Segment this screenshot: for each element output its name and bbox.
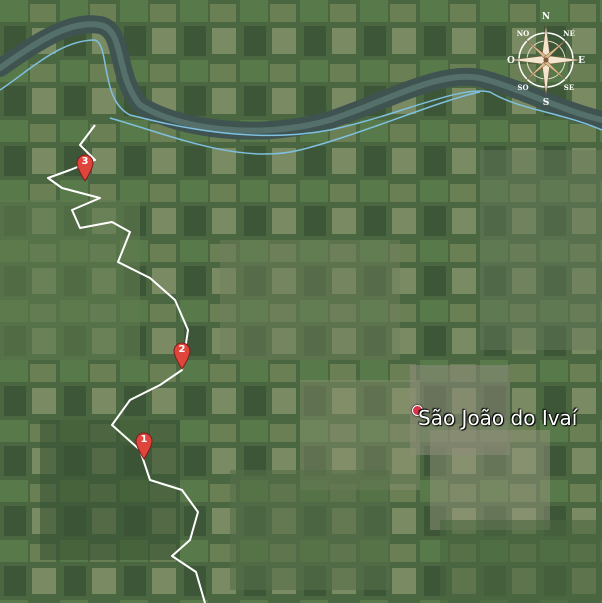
satellite-map[interactable]: 3 2 1 São João do Ivaí N S O E NE NO SE … [0,0,602,603]
compass-ne: NE [563,29,575,38]
route-marker-1[interactable]: 1 [135,432,153,460]
compass-s: S [543,98,550,106]
compass-n: N [542,12,550,22]
marker-label: 2 [178,344,186,355]
compass-no: NO [517,29,530,38]
route-marker-2[interactable]: 2 [173,342,191,370]
marker-label: 1 [140,434,148,445]
compass-so: SO [517,83,528,92]
compass-o: O [507,56,515,66]
marker-label: 3 [81,156,89,167]
compass-rose: N S O E NE NO SE SO [505,10,587,108]
compass-e: E [578,56,585,66]
compass-rose-icon: N S O E NE NO SE SO [507,12,585,108]
place-label[interactable]: São João do Ivaí [418,406,577,430]
route-marker-3[interactable]: 3 [76,154,94,182]
compass-se: SE [564,83,574,92]
